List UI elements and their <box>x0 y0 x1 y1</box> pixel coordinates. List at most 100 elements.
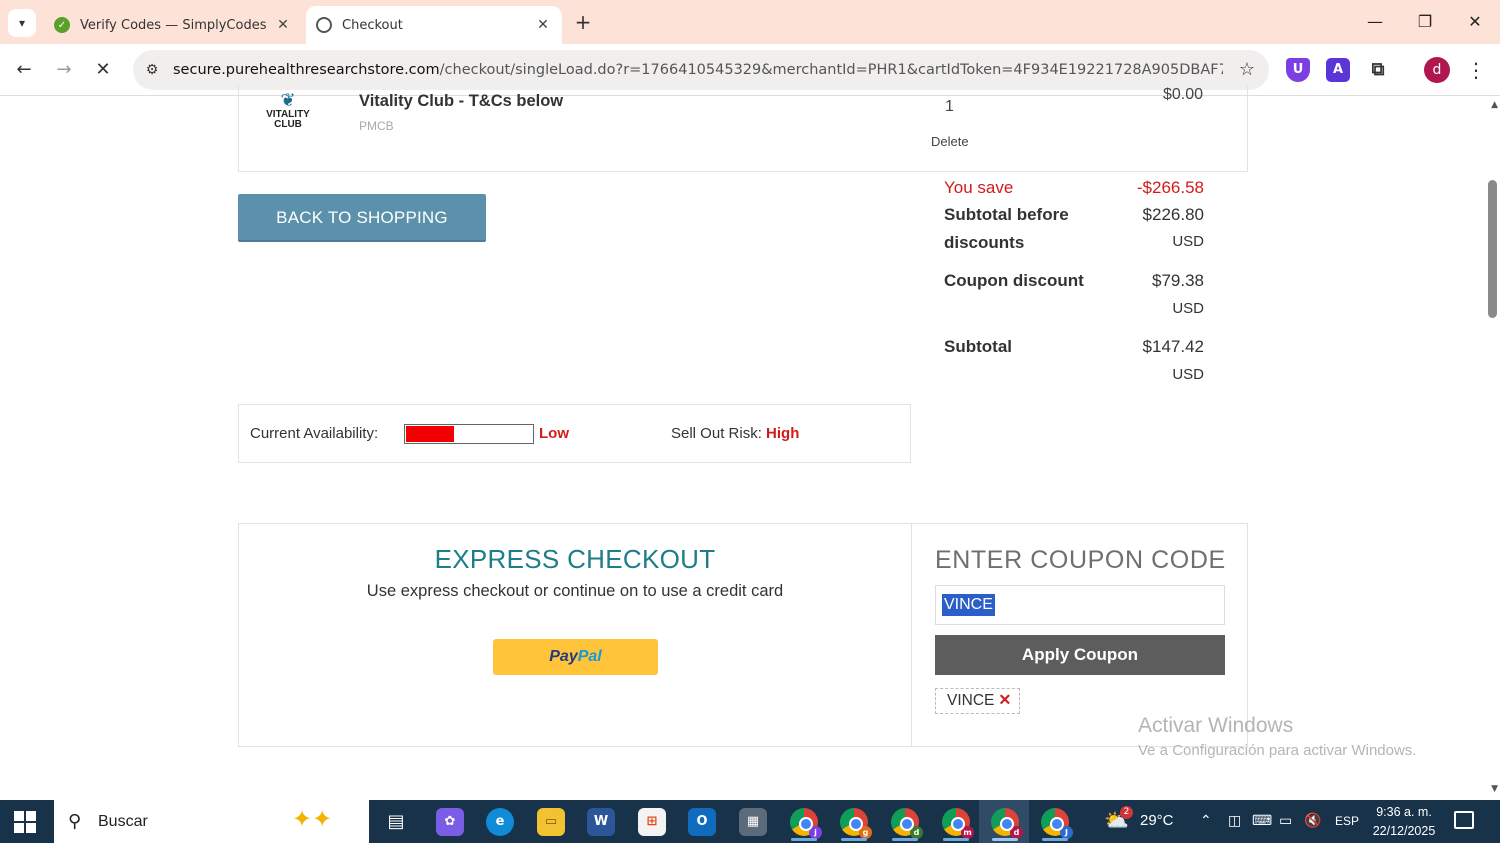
windows-activation-watermark: Activar Windows Ve a Configuración para … <box>1138 714 1416 759</box>
paypal-button[interactable]: PayPal <box>493 639 658 675</box>
a-extension-icon[interactable]: A <box>1326 58 1350 82</box>
stop-loading-icon[interactable]: ✕ <box>89 56 117 84</box>
calculator-icon[interactable]: ▦ <box>739 808 767 836</box>
close-icon[interactable]: ✕ <box>272 17 294 33</box>
clock-time: 9:36 a. m. <box>1376 805 1432 819</box>
subtotal-label: Subtotal <box>944 337 1012 356</box>
close-icon[interactable]: ✕ <box>532 17 554 33</box>
copilot-sparkle-icon: ✦✦ <box>292 805 333 833</box>
taskbar-search-box[interactable]: ⚲ Buscar ✦✦ <box>54 800 369 843</box>
url-text[interactable]: secure.purehealthresearchstore.com/check… <box>173 62 1223 78</box>
running-indicator <box>992 838 1018 841</box>
watermark-line2: Ve a Configuración para activar Windows. <box>1138 742 1417 759</box>
sell-out-risk: Sell Out Risk: High <box>671 425 799 442</box>
page-scrollbar[interactable] <box>1484 96 1500 800</box>
show-hidden-icons-chevron-icon[interactable]: ⌃ <box>1200 812 1212 829</box>
risk-label: Sell Out Risk: <box>671 425 762 442</box>
input-method-icon[interactable]: ⌨ <box>1252 812 1272 829</box>
edge-icon[interactable]: e <box>486 808 514 836</box>
task-view-icon[interactable]: ▤ <box>382 808 410 836</box>
scroll-up-arrow-icon[interactable]: ▲ <box>1491 100 1498 110</box>
site-info-icon[interactable]: ⚙ <box>141 59 163 81</box>
checkout-panel: EXPRESS CHECKOUT Use express checkout or… <box>238 523 1248 747</box>
close-window-button[interactable]: ✕ <box>1460 8 1490 36</box>
back-to-shopping-button[interactable]: BACK TO SHOPPING <box>238 194 486 242</box>
windows-taskbar: ⚲ Buscar ✦✦ ▤ ✿ e ▭ W ⊞ O ▦ j g d m d J … <box>0 800 1500 843</box>
network-icon[interactable]: ▭ <box>1279 812 1292 829</box>
notifications-icon[interactable] <box>1454 811 1474 829</box>
logo-text: VITALITY CLUB <box>266 109 310 130</box>
subtotal-value: $147.42 <box>1142 337 1204 356</box>
language-indicator[interactable]: ESP <box>1335 814 1359 828</box>
chrome-profile-icon[interactable]: d <box>991 808 1023 839</box>
chrome-profile-icon[interactable]: g <box>840 808 872 839</box>
copilot-icon[interactable]: ✿ <box>436 808 464 836</box>
more-menu-icon[interactable]: ⋮ <box>1466 56 1486 84</box>
scroll-down-arrow-icon[interactable]: ▼ <box>1491 784 1498 794</box>
simplycodes-icon: ✓ <box>54 17 70 33</box>
clock-date: 22/12/2025 <box>1372 824 1436 838</box>
system-clock[interactable]: 9:36 a. m. 22/12/2025 <box>1366 803 1442 841</box>
chrome-profile-icon[interactable]: m <box>942 808 974 839</box>
tab-search-button[interactable]: ▾ <box>8 9 36 37</box>
word-icon[interactable]: W <box>587 808 615 836</box>
running-indicator <box>791 838 817 841</box>
back-arrow-icon[interactable]: ← <box>10 56 38 84</box>
subtotal-before-value: $226.80 <box>1142 205 1204 224</box>
watermark-line1: Activar Windows <box>1138 714 1294 737</box>
forward-arrow-icon[interactable]: → <box>50 56 78 84</box>
express-checkout-subtitle: Use express checkout or continue on to u… <box>366 582 784 600</box>
profile-avatar[interactable]: d <box>1424 57 1450 83</box>
currency-label: USD <box>1172 300 1204 317</box>
chrome-profile-icon[interactable]: J <box>1041 808 1073 839</box>
chrome-profile-icon[interactable]: j <box>790 808 822 839</box>
vitality-club-logo: ❦ VITALITY CLUB <box>263 92 313 130</box>
availability-level: Low <box>539 425 569 442</box>
restore-button[interactable]: ❐ <box>1410 8 1440 36</box>
extensions-puzzle-icon[interactable]: ⧉ <box>1366 58 1390 82</box>
availability-bar <box>404 424 534 444</box>
availability-panel: Current Availability: Low Sell Out Risk:… <box>238 404 911 463</box>
address-bar[interactable]: ⚙ secure.purehealthresearchstore.com/che… <box>133 50 1269 90</box>
volume-muted-icon[interactable]: 🔇 <box>1304 812 1321 829</box>
paypal-logo-part1: Pay <box>549 648 578 665</box>
store-icon[interactable]: ⊞ <box>638 808 666 836</box>
minimize-button[interactable]: — <box>1360 8 1390 36</box>
scrollbar-thumb[interactable] <box>1488 180 1497 318</box>
running-indicator <box>892 838 918 841</box>
risk-value: High <box>766 425 800 442</box>
delete-item-link[interactable]: Delete <box>931 134 969 149</box>
chrome-profile-icon[interactable]: d <box>891 808 923 839</box>
coupon-input-value: VINCE <box>942 594 995 616</box>
applied-coupon-code: VINCE <box>947 692 995 709</box>
item-quantity: 1 <box>945 98 954 115</box>
search-icon: ⚲ <box>68 811 82 832</box>
express-checkout-title: EXPRESS CHECKOUT <box>434 544 716 574</box>
tab-title: Checkout <box>342 17 403 33</box>
apply-coupon-button[interactable]: Apply Coupon <box>935 635 1225 675</box>
outlook-icon[interactable]: O <box>688 808 716 836</box>
you-save-value: -$266.58 <box>1136 178 1204 197</box>
file-explorer-icon[interactable]: ▭ <box>537 808 565 836</box>
coupon-code-input[interactable]: VINCE <box>935 585 1225 625</box>
tab-simplycodes[interactable]: ✓ Verify Codes — SimplyCodes ✕ <box>44 6 302 44</box>
coupon-discount-value: $79.38 <box>1152 271 1204 290</box>
ublock-extension-icon[interactable]: U <box>1286 58 1310 82</box>
availability-label: Current Availability: <box>250 425 379 442</box>
item-name[interactable]: Vitality Club - T&Cs below <box>359 92 563 111</box>
meet-now-icon[interactable]: ◫ <box>1228 812 1241 829</box>
search-placeholder: Buscar <box>98 812 148 830</box>
url-path: /checkout/singleLoad.do?r=1766410545329&… <box>439 62 1223 78</box>
running-indicator <box>943 838 969 841</box>
windows-start-icon[interactable] <box>14 811 36 833</box>
tab-title: Verify Codes — SimplyCodes <box>80 17 267 33</box>
weather-badge: 2 <box>1120 806 1133 819</box>
temperature[interactable]: 29°C <box>1140 812 1174 829</box>
coupon-title: ENTER COUPON CODE <box>935 546 1226 574</box>
remove-coupon-icon[interactable]: ✕ <box>998 692 1011 709</box>
bookmark-star-icon[interactable]: ☆ <box>1239 59 1255 80</box>
currency-label: USD <box>1172 233 1204 250</box>
running-indicator <box>1042 838 1068 841</box>
new-tab-button[interactable]: + <box>570 10 596 36</box>
tab-checkout[interactable]: Checkout ✕ <box>306 6 562 44</box>
